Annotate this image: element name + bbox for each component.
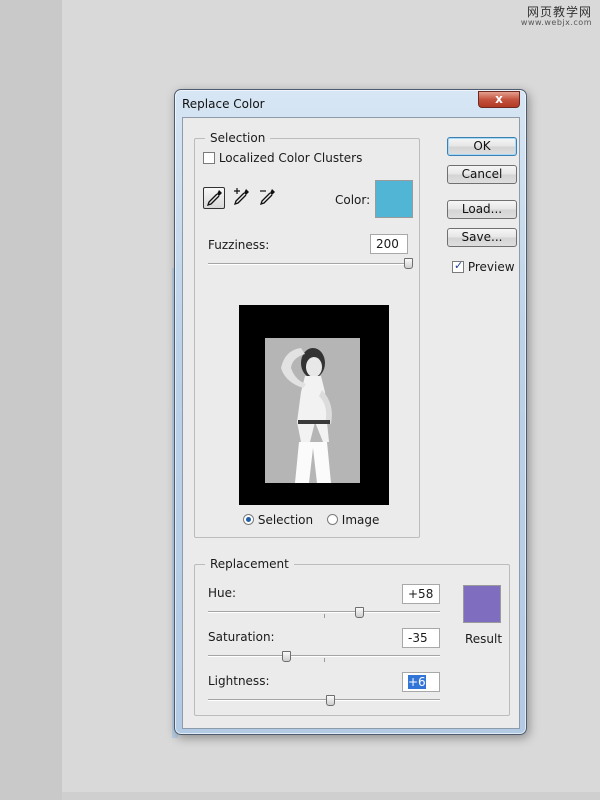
selection-radio-label: Selection — [257, 513, 314, 527]
hue-input[interactable]: +58 — [402, 584, 440, 604]
hue-label: Hue: — [208, 586, 237, 600]
color-label: Color: — [335, 193, 371, 207]
selection-group: Selection Localized Color Clusters Color… — [194, 131, 420, 538]
saturation-slider[interactable] — [208, 649, 440, 663]
lightness-slider[interactable] — [208, 693, 440, 707]
lightness-slider-thumb[interactable] — [326, 695, 335, 706]
localized-color-clusters-option[interactable]: Localized Color Clusters — [203, 151, 362, 165]
preview-image — [265, 338, 360, 483]
close-button[interactable]: x — [478, 91, 520, 108]
watermark-url: www.webjx.com — [520, 18, 592, 28]
image-radio[interactable] — [326, 514, 338, 525]
dialog-client: Selection Localized Color Clusters Color… — [182, 117, 520, 729]
eyedropper-plus-icon — [233, 188, 249, 206]
hue-slider-track — [208, 611, 440, 613]
image-radio-label: Image — [341, 513, 380, 527]
result-color-swatch[interactable] — [463, 585, 501, 623]
dialog-title: Replace Color — [182, 97, 265, 111]
fuzziness-value: 200 — [376, 237, 399, 251]
selection-color-swatch[interactable] — [375, 180, 413, 218]
saturation-value: -35 — [408, 631, 428, 645]
fuzziness-input[interactable]: 200 — [370, 234, 408, 254]
saturation-label: Saturation: — [208, 630, 275, 644]
lightness-input[interactable]: +6 — [402, 672, 440, 692]
localized-color-clusters-label: Localized Color Clusters — [218, 151, 363, 165]
result-label: Result — [465, 632, 503, 646]
saturation-slider-thumb[interactable] — [282, 651, 291, 662]
eyedropper-tool[interactable] — [203, 187, 225, 209]
lightness-value: +6 — [408, 675, 426, 689]
view-options: Selection Image — [243, 513, 379, 527]
fuzziness-slider-track — [208, 263, 413, 265]
preview-label: Preview — [467, 260, 515, 274]
fuzziness-slider-thumb[interactable] — [404, 258, 413, 269]
figure-silhouette — [281, 348, 332, 483]
add-to-sample-tool[interactable] — [231, 187, 253, 209]
selection-radio[interactable] — [243, 514, 254, 525]
save-button[interactable]: Save... — [447, 228, 517, 247]
hue-slider-thumb[interactable] — [355, 607, 364, 618]
close-icon: x — [495, 92, 503, 106]
hue-value: +58 — [408, 587, 434, 601]
hue-slider[interactable] — [208, 605, 440, 619]
lightness-label: Lightness: — [208, 674, 270, 688]
load-button[interactable]: Load... — [447, 200, 517, 219]
replacement-group: Replacement Hue: +58 Saturation: -35 Lig… — [194, 557, 510, 716]
saturation-input[interactable]: -35 — [402, 628, 440, 648]
fuzziness-slider[interactable] — [208, 255, 413, 269]
selection-legend: Selection — [205, 131, 271, 145]
hue-slider-tick — [324, 614, 325, 618]
title-bar[interactable]: Replace Color x — [175, 90, 526, 118]
eyedropper-icon — [206, 190, 222, 207]
saturation-slider-tick — [324, 658, 325, 662]
preview-checkbox[interactable] — [452, 259, 464, 273]
eyedropper-minus-icon — [259, 189, 275, 206]
ok-button[interactable]: OK — [447, 137, 517, 156]
cancel-button[interactable]: Cancel — [447, 165, 517, 184]
replace-color-dialog: Replace Color x Selection Localized Colo… — [174, 89, 527, 735]
fuzziness-label: Fuzziness: — [208, 238, 270, 252]
replacement-legend: Replacement — [205, 557, 294, 571]
watermark: 网页教学网 www.webjx.com — [520, 5, 592, 28]
canvas-bottom-strip — [62, 792, 600, 800]
saturation-slider-track — [208, 655, 440, 657]
localized-color-clusters-checkbox[interactable] — [203, 152, 215, 164]
preview-option[interactable]: Preview — [452, 259, 515, 274]
selection-preview[interactable] — [239, 305, 389, 505]
subtract-from-sample-tool[interactable] — [257, 187, 279, 209]
lightness-slider-track — [208, 699, 440, 701]
